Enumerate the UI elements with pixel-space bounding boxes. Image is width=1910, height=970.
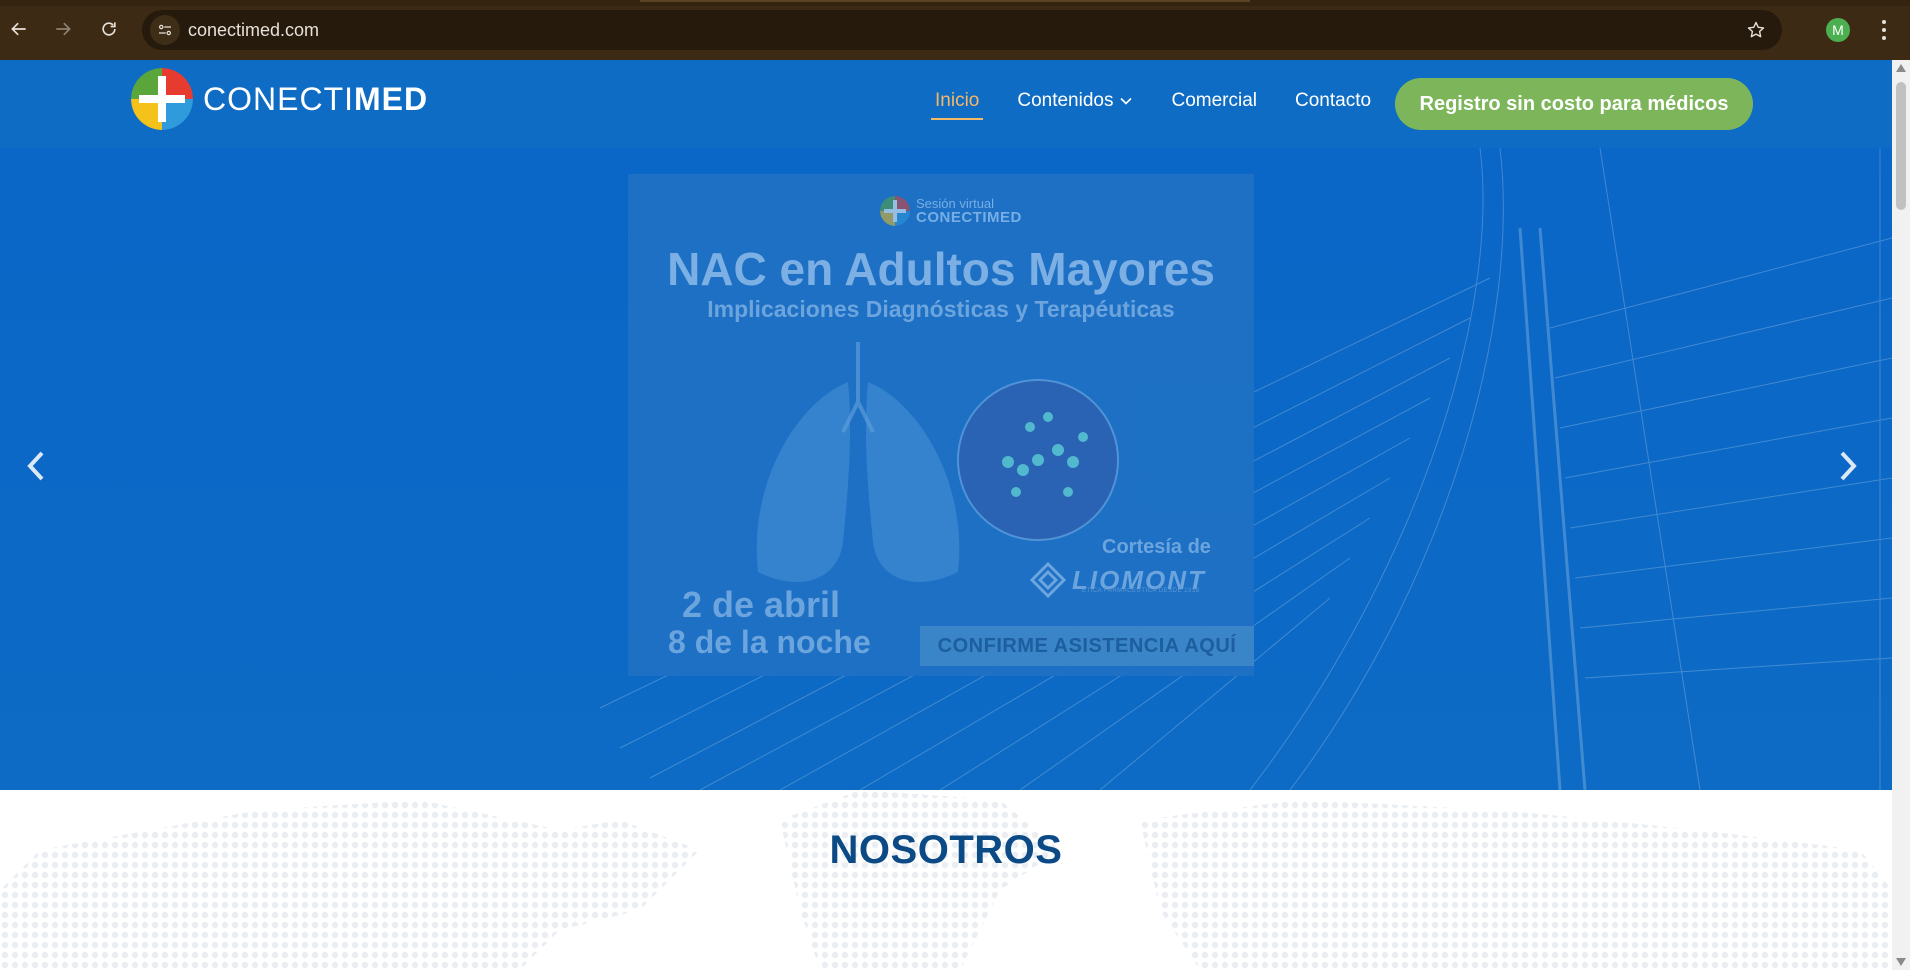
star-icon [1747,21,1765,38]
nav-contenidos[interactable]: Contenidos [1017,90,1133,112]
banner-time: 8 de la noche [668,624,871,660]
nav-contacto[interactable]: Contacto [1295,90,1371,112]
site-info-icon [159,24,172,36]
event-banner[interactable]: Sesión virtual CONECTIMED NAC en Adultos… [628,174,1254,676]
banner-title: NAC en Adultos Mayores [667,243,1215,295]
scrollbar-thumb[interactable] [1896,82,1906,210]
hero-slider: Sesión virtual CONECTIMED NAC en Adultos… [0,148,1892,790]
profile-avatar[interactable]: M [1826,18,1850,42]
world-dot-map-image [0,790,1892,970]
more-options-button[interactable] [1872,14,1896,46]
back-button[interactable] [4,14,34,44]
banner-brand-name: CONECTIMED [916,209,1022,226]
banner-subtitle: Implicaciones Diagnósticas y Terapéutica… [707,296,1175,322]
forward-icon [56,22,71,36]
section-title: NOSOTROS [829,828,1063,872]
nav-comercial[interactable]: Comercial [1171,90,1257,112]
reload-icon [102,22,116,36]
chevron-left-icon [27,451,44,481]
page-viewport: CONECTIMED Inicio Contenidos Comercial C… [0,60,1892,970]
nav-inicio[interactable]: Inicio [930,90,984,120]
site-logo[interactable]: CONECTIMED [131,68,428,130]
bookmark-button[interactable] [1742,16,1770,44]
scroll-up-icon[interactable] [1896,64,1906,72]
banner-brand: Sesión virtual CONECTIMED [880,196,1022,226]
main-navigation: Inicio Contenidos Comercial Contacto [930,90,1409,120]
register-free-button[interactable]: Registro sin costo para médicos [1395,78,1753,130]
site-header: CONECTIMED Inicio Contenidos Comercial C… [0,60,1892,148]
logo-wordmark: CONECTIMED [203,80,429,117]
chevron-right-icon [1840,451,1857,481]
sponsor-tagline: ETICA FARMACEUTICA DESDE 1938 [1082,588,1200,594]
back-icon [11,22,26,36]
reload-button[interactable] [94,14,124,44]
sponsor-diamond-icon [1030,562,1066,598]
chevron-down-icon [1120,97,1133,105]
browser-toolbar: conectimed.com M [0,0,1910,60]
slider-next-button[interactable] [1830,448,1866,484]
scroll-down-icon[interactable] [1896,958,1906,966]
slider-prev-button[interactable] [18,448,54,484]
forward-button[interactable] [48,14,78,44]
logo-cross-icon [131,68,193,130]
about-section: NOSOTROS [0,790,1892,970]
tab-strip [0,0,1910,6]
banner-date: 2 de abril [682,584,841,625]
address-bar[interactable]: conectimed.com [142,10,1782,50]
more-options-icon [1882,20,1886,24]
confirm-attendance-button[interactable]: CONFIRME ASISTENCIA AQUÍ [920,626,1254,666]
page-scrollbar[interactable] [1892,60,1910,970]
url-text[interactable]: conectimed.com [188,20,319,41]
banner-courtesy: Cortesía de [1102,536,1211,558]
site-info-button[interactable] [150,15,180,45]
mini-logo-icon [880,196,910,226]
